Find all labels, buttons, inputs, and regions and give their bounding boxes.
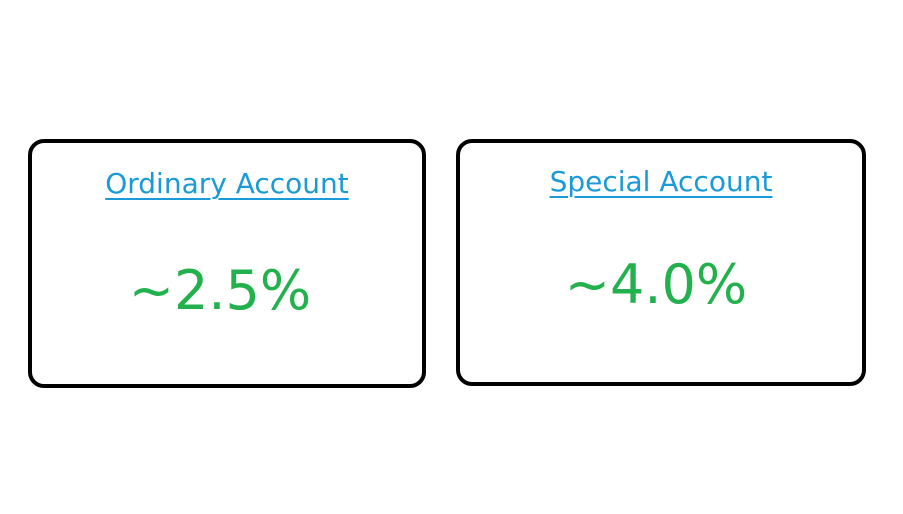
ordinary-account-card: Ordinary Account ~2.5% bbox=[28, 139, 426, 388]
special-account-rate: ~4.0% bbox=[564, 253, 748, 316]
ordinary-account-link[interactable]: Ordinary Account bbox=[32, 167, 422, 200]
special-account-link[interactable]: Special Account bbox=[460, 165, 862, 198]
ordinary-account-rate: ~2.5% bbox=[128, 259, 312, 322]
special-account-card: Special Account ~4.0% bbox=[456, 139, 866, 386]
canvas: Ordinary Account ~2.5% Special Account ~… bbox=[0, 0, 903, 514]
